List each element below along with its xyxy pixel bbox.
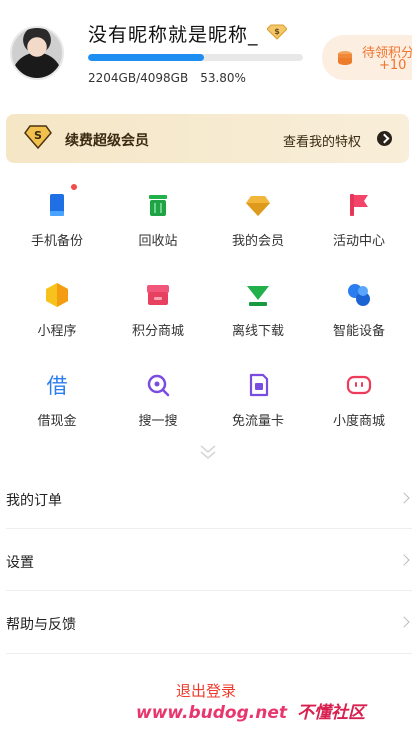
storage-info: 2204GB/4098GB 53.80% — [88, 71, 258, 85]
grid-item-smart-device[interactable]: 智能设备 — [309, 282, 409, 352]
menu-item-label: 帮助与反馈 — [6, 617, 76, 633]
chevron-right-icon — [398, 492, 410, 504]
watermark-url: www.budog.net — [136, 703, 287, 723]
grid-item-mini-program[interactable]: 小程序 — [7, 282, 107, 352]
mini-program-icon — [46, 283, 68, 307]
menu-item-my-orders[interactable]: 我的订单 — [0, 476, 412, 522]
smart-device-icon — [348, 284, 370, 306]
grid-item-xiaodu-store[interactable]: 小度商城 — [309, 372, 409, 442]
points-value: +10 — [379, 58, 407, 73]
menu-item-help-feedback[interactable]: 帮助与反馈 — [0, 600, 412, 646]
expand-chevron-icon[interactable] — [199, 444, 217, 460]
phone-backup-icon — [50, 194, 64, 216]
diamond-icon — [246, 196, 270, 216]
grid-item-borrow-cash[interactable]: 借 借现金 — [7, 372, 107, 442]
grid-item-label: 智能设备 — [332, 324, 385, 339]
vip-privilege-link[interactable]: 查看我的特权 — [283, 131, 361, 150]
vip-coin-icon: $ — [267, 24, 287, 40]
recycle-bin-icon — [149, 195, 167, 216]
grid-item-label: 借现金 — [37, 414, 77, 429]
sim-card-icon — [249, 373, 269, 397]
storage-progress-bar — [88, 54, 303, 61]
grid-item-search[interactable]: 搜一搜 — [108, 372, 208, 442]
borrow-cash-icon: 借 — [47, 374, 68, 398]
vip-title: 续费超级会员 — [65, 133, 149, 149]
avatar[interactable] — [10, 26, 64, 80]
storage-used: 2204GB/4098GB — [88, 71, 189, 85]
watermark: www.budog.net 不懂社区 — [136, 698, 365, 723]
menu-item-settings[interactable]: 设置 — [0, 538, 412, 584]
grid-item-label: 免流量卡 — [231, 414, 284, 429]
divider — [6, 528, 412, 529]
flag-icon — [350, 194, 368, 216]
notification-dot — [71, 184, 77, 190]
grid-item-label: 活动中心 — [332, 234, 385, 249]
grid-item-label: 离线下载 — [231, 324, 284, 339]
divider — [6, 590, 412, 591]
download-icon — [247, 286, 269, 306]
svg-text:$: $ — [274, 27, 280, 36]
grid-item-label: 积分商城 — [131, 324, 184, 339]
arrow-right-icon[interactable] — [377, 131, 392, 146]
coin-stack-icon — [338, 51, 352, 65]
search-icon — [147, 374, 170, 397]
chevron-right-icon — [398, 616, 410, 628]
divider — [6, 653, 412, 654]
grid-item-label: 回收站 — [138, 234, 178, 249]
svg-text:S: S — [34, 129, 42, 142]
grid-item-recycle-bin[interactable]: 回收站 — [108, 192, 208, 262]
store-icon — [147, 285, 169, 305]
xiaodu-icon — [346, 375, 372, 395]
grid-item-offline-download[interactable]: 离线下载 — [208, 282, 308, 352]
grid-item-label: 小度商城 — [332, 414, 385, 429]
grid-item-points-store[interactable]: 积分商城 — [108, 282, 208, 352]
grid-item-label: 搜一搜 — [138, 414, 178, 429]
storage-percent: 53.80% — [200, 71, 246, 85]
menu-item-label: 我的订单 — [6, 493, 62, 509]
grid-item-phone-backup[interactable]: 手机备份 — [7, 192, 107, 262]
watermark-name: 不懂社区 — [297, 703, 365, 723]
chevron-right-icon — [398, 554, 410, 566]
grid-item-my-membership[interactable]: 我的会员 — [208, 192, 308, 262]
storage-progress-fill — [88, 54, 204, 61]
menu-item-label: 设置 — [6, 555, 34, 571]
grid-item-activity-center[interactable]: 活动中心 — [309, 192, 409, 262]
grid-item-label: 我的会员 — [231, 234, 284, 249]
grid-item-free-data-card[interactable]: 免流量卡 — [208, 372, 308, 442]
nickname[interactable]: 没有昵称就是昵称_ — [88, 20, 259, 47]
grid-item-label: 小程序 — [37, 324, 77, 339]
grid-item-label: 手机备份 — [30, 234, 83, 249]
vip-diamond-icon: S — [24, 125, 52, 150]
profile-page: { "profile": { "nickname": "没有昵称就是昵称_", … — [0, 0, 412, 729]
svg-text:借: 借 — [47, 374, 68, 398]
